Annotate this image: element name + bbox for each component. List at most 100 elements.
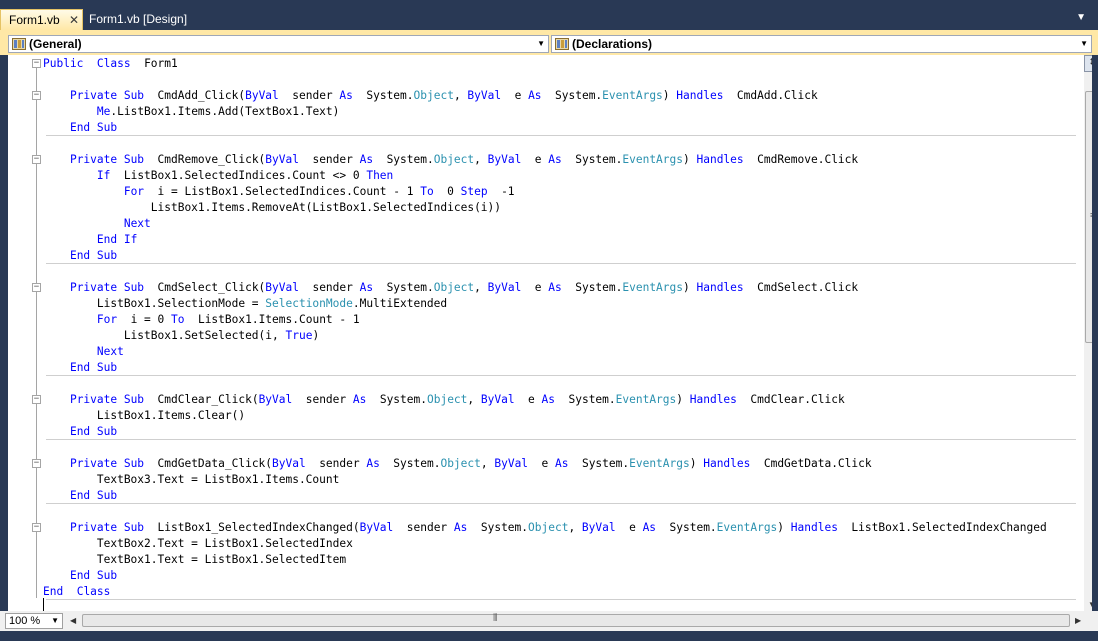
code-line[interactable] [43,72,1047,88]
code-line[interactable]: ListBox1.Items.RemoveAt(ListBox1.Selecte… [43,200,1047,216]
code-token: , [480,457,495,470]
code-token: e [521,153,549,166]
scroll-down-icon[interactable]: ▼ [1088,600,1092,609]
keyword-token: To [171,313,185,326]
code-token: System. [366,393,427,406]
code-editor[interactable]: − − − − − − − Public Class Form1 Private… [8,55,1092,611]
grip-icon: ≡ [1090,210,1092,220]
keyword-token: As [642,521,657,534]
code-line[interactable] [43,136,1047,152]
chevron-down-icon[interactable]: ▼ [51,614,59,628]
vertical-scrollbar[interactable]: ⇕ ≡ ▼ [1084,55,1092,611]
horizontal-scroll-thumb[interactable]: ⦀ [82,613,1070,627]
keyword-token: Me [96,105,111,118]
code-line[interactable]: ListBox1.Items.Clear() [43,408,1047,424]
code-token: System. [373,281,434,294]
chevron-down-icon[interactable]: ▼ [537,36,545,52]
navigation-bar: (General) ▼ (Declarations) ▼ [0,33,1098,55]
tab-form1-vb[interactable]: Form1.vb ✕ [0,9,83,30]
type-token: Object [433,153,475,166]
code-line[interactable]: For i = 0 To ListBox1.Items.Count - 1 [43,312,1047,328]
splitter-icon[interactable]: ⇕ [1084,55,1092,72]
keyword-token: Next [123,217,151,230]
code-line[interactable]: Next [43,216,1047,232]
collapse-icon[interactable]: − [32,523,41,532]
code-line[interactable] [43,504,1047,520]
code-token: ListBox1.Items.RemoveAt(ListBox1.Selecte… [43,201,502,214]
keyword-token: Private Sub [69,393,145,406]
code-line[interactable]: If ListBox1.SelectedIndices.Count <> 0 T… [43,168,1047,184]
code-line[interactable]: ListBox1.SetSelected(i, True) [43,328,1047,344]
keyword-token: End [43,585,64,598]
keyword-token: Step [460,185,488,198]
code-line[interactable]: ListBox1.SelectionMode = SelectionMode.M… [43,296,1047,312]
code-token: TextBox3.Text = ListBox1.Items.Count [43,473,340,486]
code-line[interactable] [43,376,1047,392]
tab-form1-design[interactable]: Form1.vb [Design] [84,9,194,30]
collapse-icon[interactable]: − [32,59,41,68]
collapse-icon[interactable]: − [32,283,41,292]
code-line[interactable]: Private Sub ListBox1_SelectedIndexChange… [43,520,1047,536]
code-token: System. [656,521,717,534]
collapse-icon[interactable]: − [32,459,41,468]
code-token: i = 0 [117,313,171,326]
type-token: EventArgs [615,393,677,406]
code-line[interactable]: End Sub [43,568,1047,584]
code-line[interactable]: Me.ListBox1.Items.Add(TextBox1.Text) [43,104,1047,120]
code-token: ListBox1.SelectedIndexChanged [837,521,1047,534]
keyword-token: Handles [703,457,751,470]
collapse-icon[interactable]: − [32,155,41,164]
code-line[interactable] [43,440,1047,456]
indicator-margin[interactable] [8,55,30,611]
zoom-combobox[interactable]: 100 % ▼ [5,613,63,629]
code-line[interactable]: End Sub [43,248,1047,264]
code-line[interactable]: TextBox3.Text = ListBox1.Items.Count [43,472,1047,488]
type-name-combobox[interactable]: (General) ▼ [8,35,549,53]
keyword-token: Handles [696,153,744,166]
code-line[interactable]: Private Sub CmdSelect_Click(ByVal sender… [43,280,1047,296]
code-token: CmdAdd_Click( [144,89,246,102]
code-line[interactable]: Private Sub CmdRemove_Click(ByVal sender… [43,152,1047,168]
close-icon[interactable]: ✕ [69,10,79,31]
code-token: System. [379,457,441,470]
code-line[interactable]: Public Class Form1 [43,56,1047,72]
keyword-token: For [123,185,145,198]
chevron-down-icon[interactable]: ▼ [1076,12,1086,23]
member-name-combobox[interactable]: (Declarations) ▼ [551,35,1092,53]
collapse-icon[interactable]: − [32,91,41,100]
vertical-scroll-thumb[interactable]: ≡ [1085,91,1092,343]
code-token: , [474,281,488,294]
code-line[interactable]: Private Sub CmdGetData_Click(ByVal sende… [43,456,1047,472]
source-code[interactable]: Public Class Form1 Private Sub CmdAdd_Cl… [43,56,1047,611]
code-line[interactable]: End Class [43,584,1047,600]
code-line[interactable]: End Sub [43,424,1047,440]
code-token: , [474,153,488,166]
keyword-token: As [339,89,353,102]
collapse-icon[interactable]: − [32,395,41,404]
code-line[interactable]: TextBox1.Text = ListBox1.SelectedItem [43,552,1047,568]
code-token: CmdClear.Click [736,393,845,406]
chevron-down-icon[interactable]: ▼ [1080,36,1088,52]
code-token: sender [292,393,353,406]
code-line[interactable]: End Sub [43,488,1047,504]
keyword-token: ByVal [480,393,515,406]
code-line[interactable]: End Sub [43,120,1047,136]
code-line[interactable]: TextBox2.Text = ListBox1.SelectedIndex [43,536,1047,552]
code-line[interactable]: For i = ListBox1.SelectedIndices.Count -… [43,184,1047,200]
scroll-right-icon[interactable]: ▶ [1075,616,1081,625]
code-line[interactable]: End If [43,232,1047,248]
code-line[interactable] [43,264,1047,280]
keyword-token: As [541,393,556,406]
keyword-token: ByVal [359,521,394,534]
code-line[interactable]: End Sub [43,360,1047,376]
code-line[interactable] [43,600,1047,611]
code-line[interactable]: Next [43,344,1047,360]
code-line[interactable]: Private Sub CmdClear_Click(ByVal sender … [43,392,1047,408]
code-line[interactable]: Private Sub CmdAdd_Click(ByVal sender As… [43,88,1047,104]
scroll-left-icon[interactable]: ◀ [70,616,76,625]
